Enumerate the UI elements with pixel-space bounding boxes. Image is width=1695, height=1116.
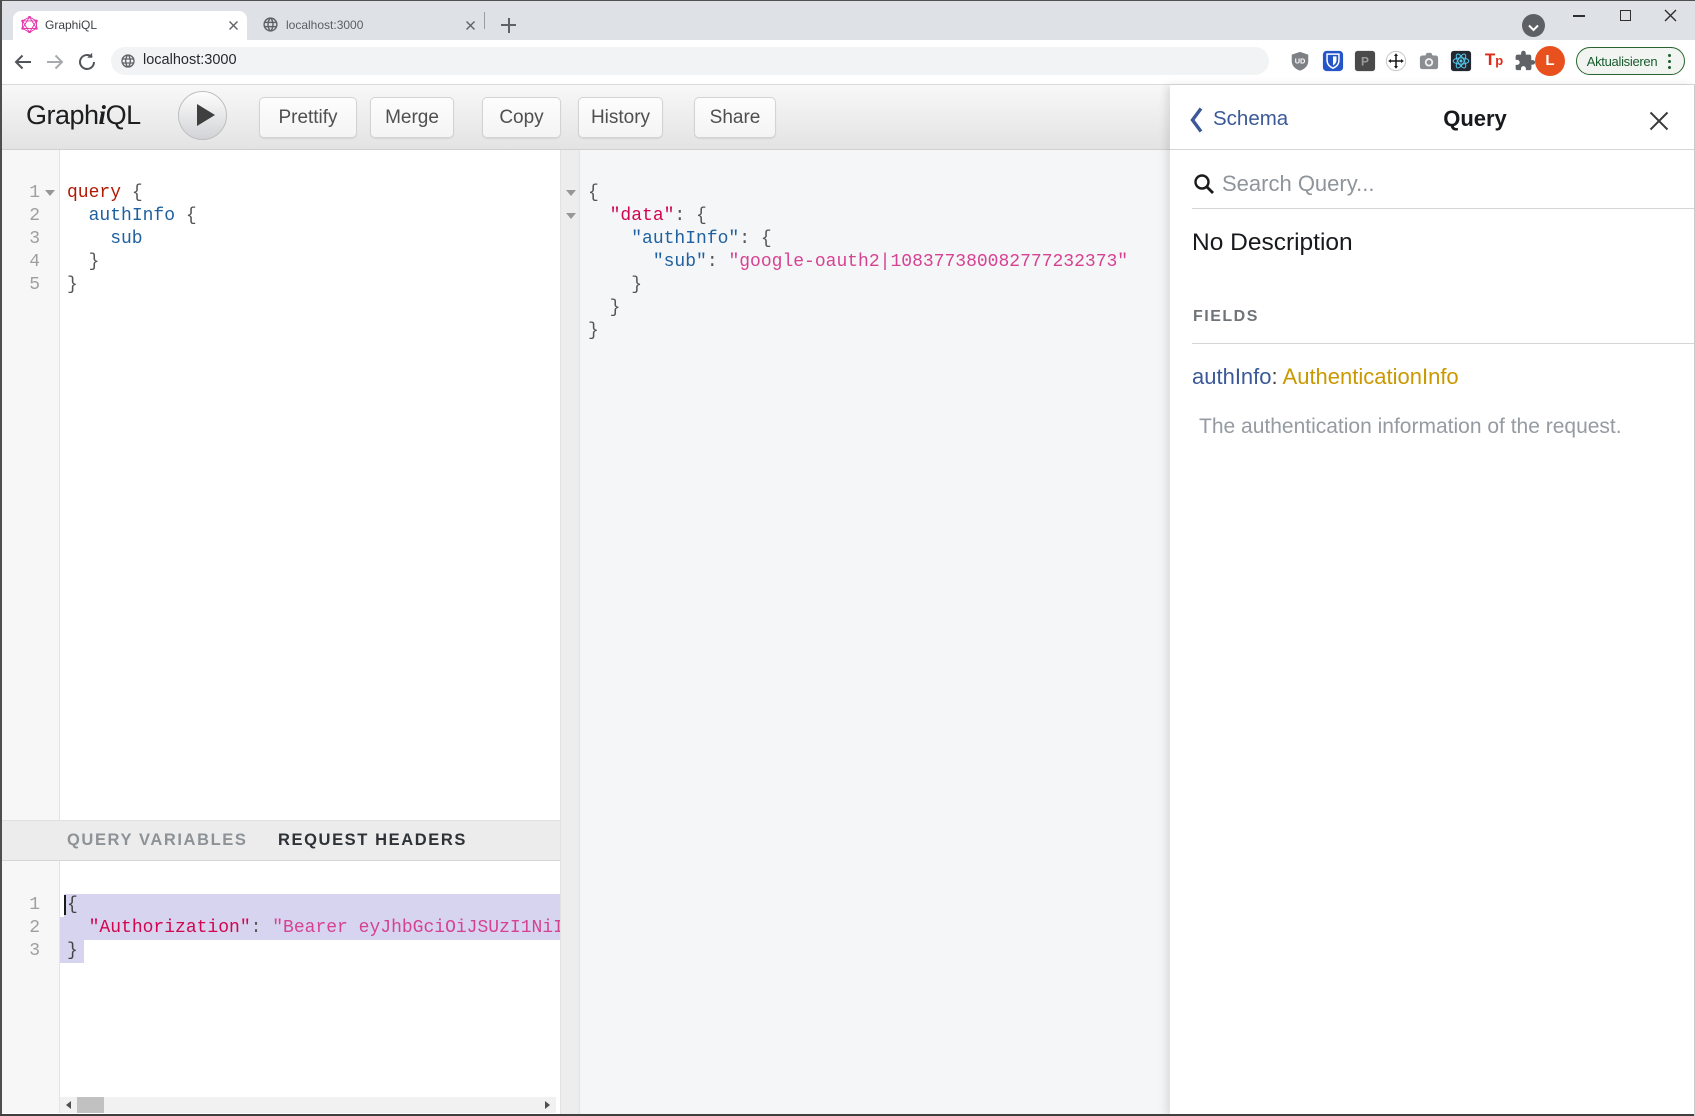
svg-text:UD: UD	[1295, 56, 1306, 65]
svg-text:P: P	[1361, 55, 1369, 69]
